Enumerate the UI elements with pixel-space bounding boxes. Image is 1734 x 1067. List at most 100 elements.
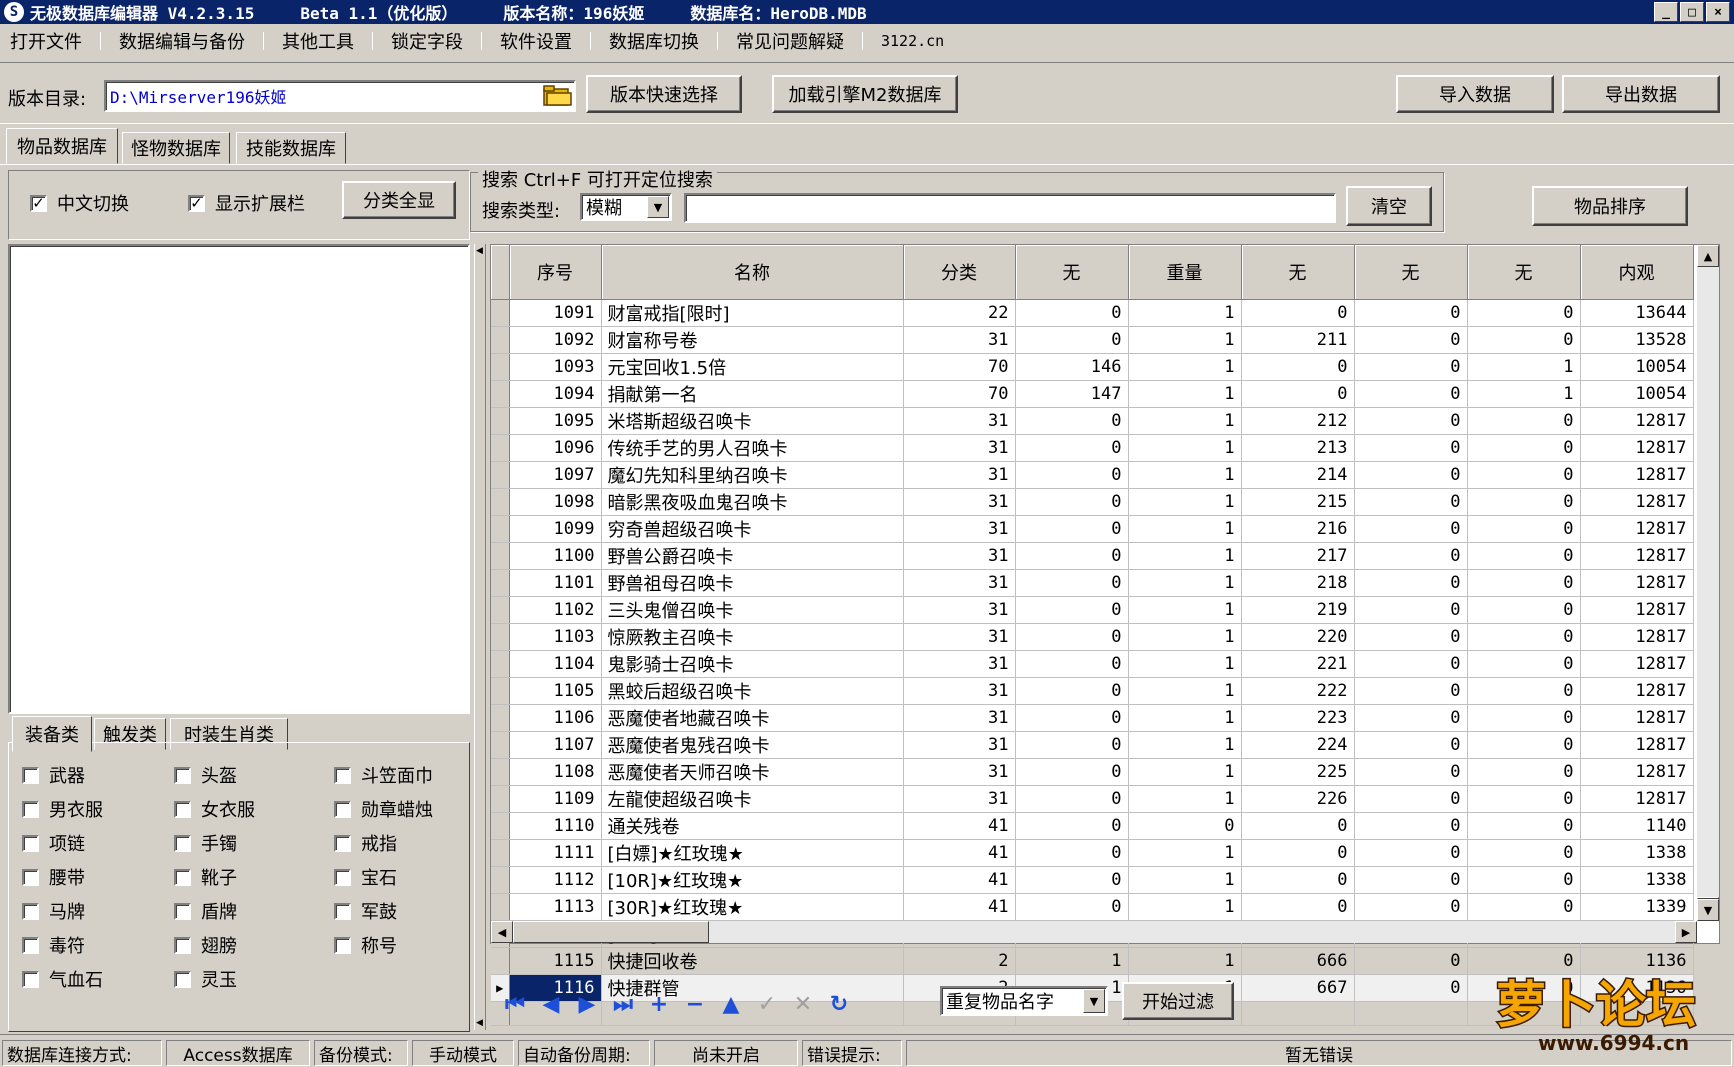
table-cell[interactable]: 1103 <box>509 623 602 651</box>
table-cell[interactable]: 12817 <box>1580 434 1694 462</box>
table-cell[interactable]: 31 <box>903 569 1016 597</box>
table-cell[interactable]: 0 <box>1354 488 1468 516</box>
table-row[interactable]: 1103 惊厥教主召唤卡 31 0 1 220 0 0 12817 <box>491 623 1694 651</box>
table-cell[interactable]: 1104 <box>509 650 602 678</box>
filter-select[interactable]: 重复物品名字 ▼ <box>940 986 1108 1016</box>
row-indicator[interactable] <box>491 623 510 651</box>
version-dir-input[interactable]: D:\Mirserver196妖姬 <box>104 80 576 112</box>
item-sort-button[interactable]: 物品排序 <box>1532 186 1688 226</box>
cat-checkbox[interactable]: 气血石 <box>22 966 103 992</box>
column-header[interactable]: 内观 <box>1580 245 1694 300</box>
table-cell[interactable]: 0 <box>1015 650 1129 678</box>
table-cell[interactable]: 22 <box>903 299 1016 327</box>
cat-checkbox[interactable]: 盾牌 <box>174 898 237 924</box>
table-cell[interactable]: 218 <box>1241 569 1355 597</box>
table-row[interactable]: 1096 传统手艺的男人召唤卡 31 0 1 213 0 0 12817 <box>491 434 1694 462</box>
row-indicator[interactable] <box>491 434 510 462</box>
checkbox[interactable] <box>174 834 191 852</box>
table-cell[interactable]: 0 <box>1467 866 1581 894</box>
version-quick-select-button[interactable]: 版本快速选择 <box>586 75 742 113</box>
row-indicator[interactable] <box>491 677 510 705</box>
table-cell[interactable]: 1096 <box>509 434 602 462</box>
table-cell[interactable]: 0 <box>1354 839 1468 867</box>
table-cell[interactable]: 666 <box>1241 947 1355 975</box>
table-cell[interactable]: 41 <box>903 893 1016 921</box>
table-cell[interactable]: 1 <box>1128 704 1242 732</box>
table-cell[interactable]: 12817 <box>1580 461 1694 489</box>
chevron-down-icon[interactable]: ▼ <box>1083 989 1105 1013</box>
table-cell[interactable]: 0 <box>1241 839 1355 867</box>
table-row[interactable]: 1095 米塔斯超级召唤卡 31 0 1 212 0 0 12817 <box>491 407 1694 435</box>
last-record-icon[interactable]: ⏭ <box>608 990 638 1018</box>
cat-checkbox[interactable]: 武器 <box>22 762 85 788</box>
table-cell[interactable]: 31 <box>903 407 1016 435</box>
table-cell[interactable]: 1 <box>1467 353 1581 381</box>
table-cell[interactable]: 1097 <box>509 461 602 489</box>
table-cell[interactable]: 219 <box>1241 596 1355 624</box>
checkbox[interactable] <box>22 970 39 988</box>
minimize-button[interactable]: _ <box>1654 2 1678 22</box>
column-header[interactable]: 无 <box>1015 245 1129 300</box>
table-cell[interactable]: 0 <box>1015 434 1129 462</box>
table-cell[interactable]: 穷奇兽超级召唤卡 <box>601 515 904 543</box>
table-cell[interactable]: 1339 <box>1580 893 1694 921</box>
checkbox[interactable] <box>334 800 351 818</box>
table-cell[interactable]: 214 <box>1241 461 1355 489</box>
table-cell[interactable]: 三头鬼僧召唤卡 <box>601 596 904 624</box>
table-cell[interactable]: 捐献第一名 <box>601 380 904 408</box>
clear-search-button[interactable]: 清空 <box>1346 186 1432 226</box>
table-cell[interactable]: 0 <box>1467 812 1581 840</box>
table-cell[interactable]: 1 <box>1128 839 1242 867</box>
table-cell[interactable]: 0 <box>1015 785 1129 813</box>
table-cell[interactable]: 0 <box>1467 569 1581 597</box>
table-row[interactable]: 1113 [30R]★红玫瑰★ 41 0 1 0 0 0 1339 <box>491 893 1694 921</box>
cat-checkbox[interactable]: 毒符 <box>22 932 85 958</box>
row-indicator[interactable] <box>491 704 510 732</box>
table-cell[interactable]: 0 <box>1354 677 1468 705</box>
menu-open-file[interactable]: 打开文件 <box>0 28 92 54</box>
table-cell[interactable]: 13528 <box>1580 326 1694 354</box>
cat-checkbox[interactable]: 项链 <box>22 830 85 856</box>
row-indicator[interactable] <box>491 299 510 327</box>
chinese-switch-checkbox[interactable]: ✓ 中文切换 <box>30 190 129 216</box>
table-cell[interactable]: 0 <box>1128 812 1242 840</box>
scroll-left-icon[interactable]: ◀ <box>491 921 513 943</box>
row-indicator[interactable] <box>491 866 510 894</box>
table-cell[interactable]: 0 <box>1015 542 1129 570</box>
table-cell[interactable]: 1106 <box>509 704 602 732</box>
table-cell[interactable]: 0 <box>1354 650 1468 678</box>
column-header[interactable]: 分类 <box>903 245 1016 300</box>
table-cell[interactable]: 惊厥教主召唤卡 <box>601 623 904 651</box>
table-cell[interactable]: 226 <box>1241 785 1355 813</box>
table-row[interactable]: 1111 [白嫖]★红玫瑰★ 41 0 1 0 0 0 1338 <box>491 839 1694 867</box>
table-cell[interactable]: 0 <box>1015 866 1129 894</box>
table-cell[interactable]: [白嫖]★红玫瑰★ <box>601 839 904 867</box>
table-cell[interactable]: 667 <box>1241 974 1355 1002</box>
table-cell[interactable]: 1109 <box>509 785 602 813</box>
table-cell[interactable]: 31 <box>903 326 1016 354</box>
table-cell[interactable]: 0 <box>1354 515 1468 543</box>
table-cell[interactable]: 0 <box>1015 758 1129 786</box>
checkbox[interactable] <box>334 766 351 784</box>
table-cell[interactable]: 0 <box>1015 812 1129 840</box>
table-cell[interactable]: 1108 <box>509 758 602 786</box>
table-cell[interactable]: 41 <box>903 839 1016 867</box>
table-cell[interactable]: 0 <box>1467 677 1581 705</box>
table-cell[interactable]: 0 <box>1467 785 1581 813</box>
table-row[interactable]: 1104 鬼影骑士召唤卡 31 0 1 221 0 0 12817 <box>491 650 1694 678</box>
search-type-select[interactable]: 模糊 ▼ <box>580 193 672 221</box>
table-cell[interactable]: 211 <box>1241 326 1355 354</box>
table-row[interactable]: 1093 元宝回收1.5倍 70 146 1 0 0 1 10054 <box>491 353 1694 381</box>
table-cell[interactable]: 1099 <box>509 515 602 543</box>
table-cell[interactable]: 0 <box>1467 839 1581 867</box>
table-cell[interactable]: 31 <box>903 488 1016 516</box>
table-cell[interactable]: 米塔斯超级召唤卡 <box>601 407 904 435</box>
table-cell[interactable]: 0 <box>1241 380 1355 408</box>
table-cell[interactable]: 31 <box>903 785 1016 813</box>
table-cell[interactable]: 0 <box>1354 947 1468 975</box>
table-cell[interactable]: 0 <box>1354 812 1468 840</box>
table-cell[interactable]: 1100 <box>509 542 602 570</box>
cat-checkbox[interactable]: 马牌 <box>22 898 85 924</box>
table-cell[interactable]: 70 <box>903 353 1016 381</box>
table-cell[interactable]: 野兽祖母召唤卡 <box>601 569 904 597</box>
